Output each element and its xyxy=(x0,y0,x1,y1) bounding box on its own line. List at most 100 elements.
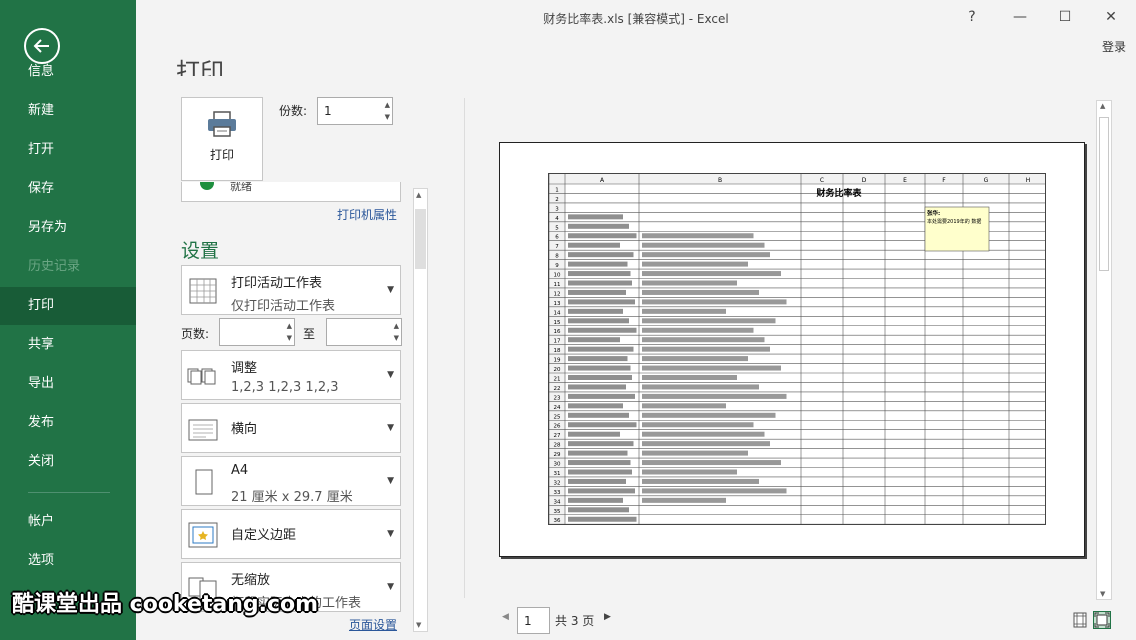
settings-scrollbar[interactable]: ▲ ▼ xyxy=(413,188,428,632)
nav-bottom-item[interactable]: 选项 xyxy=(0,542,136,580)
spin-down-icon[interactable]: ▼ xyxy=(385,113,390,122)
scrollbar-thumb[interactable] xyxy=(1099,117,1109,271)
cell-content xyxy=(642,271,781,277)
cell-content xyxy=(642,356,748,362)
previous-page-icon[interactable]: ◀ xyxy=(502,612,509,622)
printer-ready-icon xyxy=(200,182,214,190)
row-header: 25 xyxy=(554,414,561,420)
page-setup-link[interactable]: 页面设置 xyxy=(349,616,397,633)
cell-content xyxy=(568,214,623,220)
printer-selector[interactable]: 就绪 xyxy=(181,182,401,202)
scroll-up-icon[interactable]: ▲ xyxy=(1100,102,1105,110)
maximize-button[interactable]: ☐ xyxy=(1051,5,1079,29)
cell-content xyxy=(568,337,620,343)
current-page-input[interactable]: 1 xyxy=(517,607,550,634)
preview-scrollbar[interactable]: ▲ ▼ xyxy=(1096,100,1112,600)
row-header: 24 xyxy=(554,405,561,411)
row-header: 35 xyxy=(554,509,561,515)
cell-content xyxy=(568,516,637,522)
nav-item[interactable]: 打印 xyxy=(0,287,136,325)
spin-down-icon[interactable]: ▼ xyxy=(287,334,292,343)
show-margins-icon[interactable] xyxy=(1071,611,1089,629)
collate-dropdown[interactable]: 调整 1,2,3 1,2,3 1,2,3 ▼ xyxy=(181,350,401,400)
cell-content xyxy=(568,318,629,324)
row-header: 16 xyxy=(554,329,561,335)
cell-content xyxy=(568,233,637,239)
cell-content xyxy=(642,422,754,428)
scroll-down-icon[interactable]: ▼ xyxy=(416,621,421,629)
print-what-dropdown[interactable]: 打印活动工作表 仅打印活动工作表 ▼ xyxy=(181,265,401,315)
row-header: 19 xyxy=(554,358,561,364)
cell-content xyxy=(642,299,787,305)
print-button[interactable]: 打印 xyxy=(181,97,263,181)
login-link[interactable]: 登录 xyxy=(1102,38,1126,55)
row-header: 18 xyxy=(554,348,561,354)
print-button-label: 打印 xyxy=(209,148,234,162)
print-what-main: 打印活动工作表 xyxy=(231,276,323,291)
cell-content xyxy=(642,431,765,437)
paper-size-icon xyxy=(195,469,213,495)
settings-heading: 设置 xyxy=(181,240,220,262)
cell-content xyxy=(568,299,635,305)
next-page-icon[interactable]: ▶ xyxy=(604,612,611,622)
printer-status: 就绪 xyxy=(230,182,252,193)
nav-item[interactable]: 打开 xyxy=(0,131,136,169)
cell-content xyxy=(642,469,737,475)
backstage-nav: 信息 新建 打开 保存 另存为历史记录打印 共享 导出 发布 关闭 帐户 选项 xyxy=(0,0,136,640)
column-header: C xyxy=(820,177,824,184)
dropdown-arrow-icon: ▼ xyxy=(387,476,394,486)
row-header: 4 xyxy=(555,216,559,222)
nav-item: 历史记录 xyxy=(28,259,81,274)
cell-content xyxy=(642,497,726,503)
cell-content xyxy=(642,375,737,380)
page-title: 打印 xyxy=(176,58,224,76)
row-header: 30 xyxy=(554,462,561,468)
cell-content xyxy=(568,280,632,286)
spin-up-icon[interactable]: ▲ xyxy=(385,101,390,110)
row-header: 7 xyxy=(555,244,559,250)
cell-content xyxy=(568,327,637,333)
orientation-dropdown[interactable]: 横向 ▼ xyxy=(181,403,401,453)
cell-content xyxy=(568,375,632,380)
paper-size-dropdown[interactable]: A4 21 厘米 x 29.7 厘米 ▼ xyxy=(181,456,401,506)
column-header: B xyxy=(718,177,722,184)
margins-dropdown[interactable]: 自定义边距 ▼ xyxy=(181,509,401,559)
scroll-up-icon[interactable]: ▲ xyxy=(416,191,421,199)
cell-content xyxy=(568,412,629,418)
column-header: H xyxy=(1026,177,1031,184)
dropdown-arrow-icon: ▼ xyxy=(387,423,394,433)
nav-item[interactable]: 共享 xyxy=(0,326,136,364)
row-header: 31 xyxy=(554,471,561,477)
paper-size-sub: 21 厘米 x 29.7 厘米 xyxy=(231,490,353,505)
cell-content xyxy=(568,507,629,513)
copies-input[interactable]: 1 ▲ ▼ xyxy=(317,97,393,125)
minimize-button[interactable]: — xyxy=(1006,5,1034,29)
nav-item[interactable]: 新建 xyxy=(0,92,136,130)
cell-content xyxy=(568,365,631,371)
spin-up-icon[interactable]: ▲ xyxy=(394,322,399,331)
print-preview-page: ABCDEFGH 1 2 3 4 5 6 7 8 9 10 11 12 13 14 15 16 17 18 19 20… xyxy=(499,142,1085,557)
nav-item[interactable]: 另存为 xyxy=(0,209,136,247)
scroll-down-icon[interactable]: ▼ xyxy=(1100,590,1105,598)
pages-from-input[interactable]: ▲ ▼ xyxy=(219,318,295,346)
spin-up-icon[interactable]: ▲ xyxy=(287,322,292,331)
cell-content xyxy=(642,289,759,295)
printer-properties-link[interactable]: 打印机属性 xyxy=(337,206,397,223)
help-button[interactable]: ? xyxy=(958,5,986,29)
nav-item[interactable]: 导出 xyxy=(0,365,136,403)
nav-bottom-item[interactable]: 帐户 xyxy=(0,503,136,541)
nav-item[interactable]: 保存 xyxy=(0,170,136,208)
close-button[interactable]: ✕ xyxy=(1097,5,1125,29)
spin-down-icon[interactable]: ▼ xyxy=(394,334,399,343)
nav-item[interactable]: 发布 xyxy=(0,404,136,442)
row-header: 9 xyxy=(555,263,559,269)
nav-item[interactable]: 关闭 xyxy=(0,443,136,481)
zoom-to-page-icon[interactable] xyxy=(1093,611,1111,629)
pages-to-input[interactable]: ▲ ▼ xyxy=(326,318,402,346)
cell-content xyxy=(568,356,628,362)
dropdown-arrow-icon: ▼ xyxy=(387,285,394,295)
nav-info[interactable]: 信息 xyxy=(0,53,136,91)
cell-content xyxy=(642,478,759,484)
scrollbar-thumb[interactable] xyxy=(415,209,426,269)
cell-content xyxy=(568,469,632,475)
